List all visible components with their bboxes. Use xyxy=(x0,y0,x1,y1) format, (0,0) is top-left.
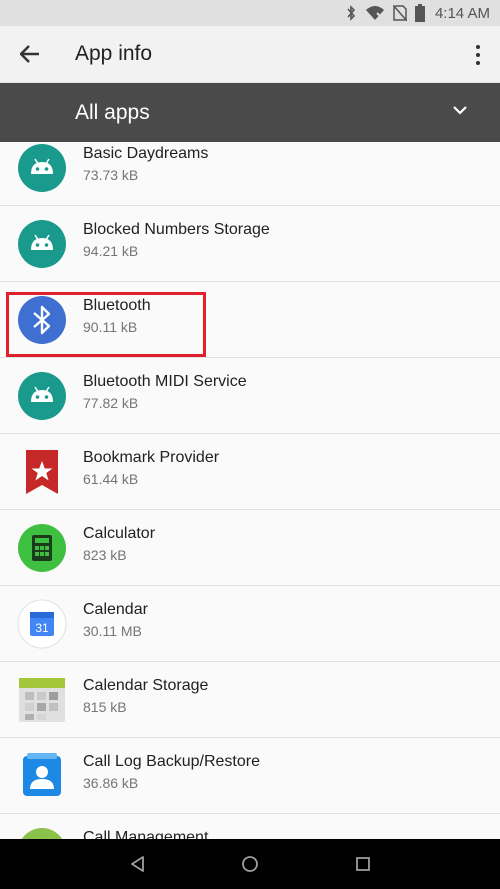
app-name: Call Log Backup/Restore xyxy=(83,753,260,770)
list-item[interactable]: Blocked Numbers Storage 94.21 kB xyxy=(0,206,500,282)
app-size: 30.11 MB xyxy=(83,623,142,639)
list-item[interactable]: Calculator 823 kB xyxy=(0,510,500,586)
nav-home-icon xyxy=(242,856,258,872)
list-item[interactable]: Bookmark Provider 61.44 kB xyxy=(0,434,500,510)
nav-home-button[interactable] xyxy=(230,844,270,884)
more-options-button[interactable] xyxy=(468,42,488,68)
app-name: Basic Daydreams xyxy=(83,145,209,162)
app-size: 73.73 kB xyxy=(83,167,139,183)
calculator-icon xyxy=(18,524,66,572)
call-log-icon xyxy=(23,753,61,796)
list-item[interactable]: Bluetooth MIDI Service 77.82 kB xyxy=(0,358,500,434)
nav-recents-button[interactable] xyxy=(343,844,383,884)
android-icon xyxy=(18,372,66,420)
status-time: 4:14 AM xyxy=(434,4,490,22)
app-size: 823 kB xyxy=(83,547,127,563)
app-name: Blocked Numbers Storage xyxy=(83,221,270,238)
app-name: Call Management xyxy=(83,829,209,839)
app-name: Bookmark Provider xyxy=(83,449,220,466)
app-size: 61.44 kB xyxy=(83,471,139,487)
list-item[interactable]: Call Management xyxy=(0,814,500,839)
app-name: Bluetooth MIDI Service xyxy=(83,373,247,390)
page-title: App info xyxy=(75,42,153,65)
app-name: Calendar xyxy=(83,601,148,618)
call-management-icon xyxy=(21,828,63,839)
nav-back-button[interactable] xyxy=(117,844,157,884)
list-item-bluetooth[interactable]: Bluetooth 90.11 kB xyxy=(0,282,500,358)
arrow-back-icon xyxy=(20,45,39,63)
nav-recents-icon xyxy=(356,857,371,871)
calendar-storage-icon xyxy=(19,678,65,722)
nav-back-icon xyxy=(130,856,144,872)
app-name: Bluetooth xyxy=(83,297,151,314)
bookmark-icon xyxy=(26,450,58,494)
list-item[interactable]: Calendar Storage 815 kB xyxy=(0,662,500,738)
android-icon xyxy=(18,220,66,268)
list-item[interactable]: Call Log Backup/Restore 36.86 kB xyxy=(0,738,500,814)
app-list[interactable]: Basic Daydreams 73.73 kB Blocked Numbers… xyxy=(0,142,500,839)
android-icon xyxy=(18,144,66,192)
navigation-bar xyxy=(0,839,500,889)
wifi-icon xyxy=(365,6,384,20)
app-size: 90.11 kB xyxy=(83,319,138,335)
calendar-icon: 31 xyxy=(17,599,67,649)
list-item[interactable]: 31 Calendar 30.11 MB xyxy=(0,586,500,662)
app-size: 77.82 kB xyxy=(83,395,139,411)
bluetooth-icon xyxy=(18,296,66,344)
filter-label: All apps xyxy=(75,100,150,124)
back-button[interactable] xyxy=(0,26,60,83)
app-name: Calendar Storage xyxy=(83,677,209,694)
app-size: 36.86 kB xyxy=(83,775,139,791)
app-size: 815 kB xyxy=(83,699,127,715)
app-name: Calculator xyxy=(83,525,156,542)
list-item[interactable]: Basic Daydreams 73.73 kB xyxy=(0,142,500,206)
chevron-down-icon xyxy=(453,106,467,115)
no-sim-icon xyxy=(392,5,407,21)
more-vert-icon xyxy=(476,45,480,49)
app-filter-dropdown[interactable]: All apps xyxy=(0,83,500,142)
calendar-day-text: 31 xyxy=(35,621,49,635)
status-bar: 4:14 AM xyxy=(0,0,500,26)
battery-icon xyxy=(414,4,425,22)
app-size: 94.21 kB xyxy=(83,243,139,259)
bluetooth-icon xyxy=(347,5,356,21)
app-bar: App info xyxy=(0,26,500,83)
